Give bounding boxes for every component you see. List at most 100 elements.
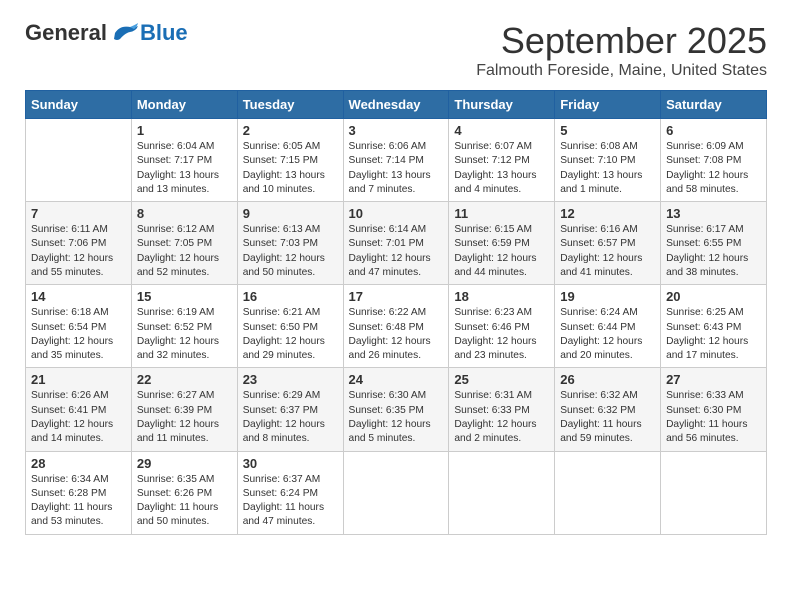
day-info: Sunrise: 6:04 AMSunset: 7:17 PMDaylight:…	[137, 140, 232, 197]
calendar-cell: 26 Sunrise: 6:32 AMSunset: 6:32 PMDayligh…	[555, 368, 661, 451]
day-info: Sunrise: 6:35 AMSunset: 6:26 PMDaylight:…	[137, 473, 232, 530]
day-info: Sunrise: 6:06 AMSunset: 7:14 PMDaylight:…	[349, 140, 444, 197]
day-number: 19	[560, 289, 655, 304]
calendar-cell: 22Sunrise: 6:27 AMSunset: 6:39 PMDayligh…	[131, 368, 237, 451]
calendar-cell: 28 Sunrise: 6:34 AMSunset: 6:28 PMDayligh…	[26, 451, 132, 534]
title-area: September 2025 Falmouth Foreside, Maine,…	[476, 20, 767, 80]
day-number: 11	[454, 206, 549, 221]
weekday-header-friday: Friday	[555, 91, 661, 119]
calendar-cell: 29 Sunrise: 6:35 AMSunset: 6:26 PMDayligh…	[131, 451, 237, 534]
day-number: 8	[137, 206, 232, 221]
day-number: 20	[666, 289, 761, 304]
weekday-header-tuesday: Tuesday	[237, 91, 343, 119]
day-number: 18	[454, 289, 549, 304]
calendar-cell	[449, 451, 555, 534]
calendar-cell: 1 Sunrise: 6:04 AMSunset: 7:17 PMDaylight…	[131, 119, 237, 202]
calendar-cell: 30 Sunrise: 6:37 AMSunset: 6:24 PMDayligh…	[237, 451, 343, 534]
calendar-cell: 20 Sunrise: 6:25 AMSunset: 6:43 PMDayligh…	[661, 285, 767, 368]
month-title: September 2025	[476, 20, 767, 62]
day-info: Sunrise: 6:26 AMSunset: 6:41 PMDaylight:…	[31, 389, 126, 446]
day-number: 5	[560, 123, 655, 138]
calendar-cell: 3Sunrise: 6:06 AMSunset: 7:14 PMDaylight…	[343, 119, 449, 202]
day-number: 13	[666, 206, 761, 221]
calendar-cell: 15 Sunrise: 6:19 AMSunset: 6:52 PMDayligh…	[131, 285, 237, 368]
day-number: 25	[454, 372, 549, 387]
calendar-cell: 6 Sunrise: 6:09 AMSunset: 7:08 PMDaylight…	[661, 119, 767, 202]
calendar-cell: 17 Sunrise: 6:22 AMSunset: 6:48 PMDayligh…	[343, 285, 449, 368]
calendar-cell: 18 Sunrise: 6:23 AMSunset: 6:46 PMDayligh…	[449, 285, 555, 368]
logo-bird-icon	[110, 21, 140, 45]
day-number: 9	[243, 206, 338, 221]
day-info: Sunrise: 6:34 AMSunset: 6:28 PMDaylight:…	[31, 473, 126, 530]
location-subtitle: Falmouth Foreside, Maine, United States	[476, 62, 767, 80]
day-number: 4	[454, 123, 549, 138]
day-info: Sunrise: 6:33 AMSunset: 6:30 PMDaylight:…	[666, 389, 761, 446]
day-info: Sunrise: 6:30 AMSunset: 6:35 PMDaylight:…	[349, 389, 444, 446]
day-info: Sunrise: 6:37 AMSunset: 6:24 PMDaylight:…	[243, 473, 338, 530]
day-info: Sunrise: 6:31 AMSunset: 6:33 PMDaylight:…	[454, 389, 549, 446]
weekday-header-thursday: Thursday	[449, 91, 555, 119]
day-info: Sunrise: 6:29 AMSunset: 6:37 PMDaylight:…	[243, 389, 338, 446]
header: General Blue September 2025 Falmouth For…	[25, 20, 767, 80]
day-info: Sunrise: 6:07 AMSunset: 7:12 PMDaylight:…	[454, 140, 549, 197]
weekday-header-saturday: Saturday	[661, 91, 767, 119]
calendar-cell: 27 Sunrise: 6:33 AMSunset: 6:30 PMDayligh…	[661, 368, 767, 451]
day-info: Sunrise: 6:14 AMSunset: 7:01 PMDaylight:…	[349, 223, 444, 280]
day-number: 22	[137, 372, 232, 387]
calendar-cell	[343, 451, 449, 534]
weekday-header-sunday: Sunday	[26, 91, 132, 119]
day-info: Sunrise: 6:22 AMSunset: 6:48 PMDaylight:…	[349, 306, 444, 363]
day-info: Sunrise: 6:17 AMSunset: 6:55 PMDaylight:…	[666, 223, 761, 280]
day-info: Sunrise: 6:24 AMSunset: 6:44 PMDaylight:…	[560, 306, 655, 363]
day-number: 10	[349, 206, 444, 221]
day-number: 23	[243, 372, 338, 387]
calendar-cell: 8 Sunrise: 6:12 AMSunset: 7:05 PMDaylight…	[131, 202, 237, 285]
logo: General Blue	[25, 20, 188, 46]
day-info: Sunrise: 6:32 AMSunset: 6:32 PMDaylight:…	[560, 389, 655, 446]
weekday-header-wednesday: Wednesday	[343, 91, 449, 119]
calendar-week-1: 1 Sunrise: 6:04 AMSunset: 7:17 PMDaylight…	[26, 119, 767, 202]
calendar-week-5: 28 Sunrise: 6:34 AMSunset: 6:28 PMDayligh…	[26, 451, 767, 534]
calendar-cell: 11Sunrise: 6:15 AMSunset: 6:59 PMDayligh…	[449, 202, 555, 285]
day-info: Sunrise: 6:11 AMSunset: 7:06 PMDaylight:…	[31, 223, 126, 280]
day-number: 16	[243, 289, 338, 304]
day-number: 27	[666, 372, 761, 387]
day-number: 2	[243, 123, 338, 138]
day-info: Sunrise: 6:25 AMSunset: 6:43 PMDaylight:…	[666, 306, 761, 363]
day-number: 15	[137, 289, 232, 304]
calendar-cell: 16Sunrise: 6:21 AMSunset: 6:50 PMDayligh…	[237, 285, 343, 368]
calendar-cell: 13 Sunrise: 6:17 AMSunset: 6:55 PMDayligh…	[661, 202, 767, 285]
weekday-header-row: SundayMondayTuesdayWednesdayThursdayFrid…	[26, 91, 767, 119]
calendar-cell: 7 Sunrise: 6:11 AMSunset: 7:06 PMDaylight…	[26, 202, 132, 285]
day-number: 24	[349, 372, 444, 387]
calendar-cell: 14Sunrise: 6:18 AMSunset: 6:54 PMDayligh…	[26, 285, 132, 368]
day-number: 12	[560, 206, 655, 221]
day-info: Sunrise: 6:05 AMSunset: 7:15 PMDaylight:…	[243, 140, 338, 197]
day-number: 1	[137, 123, 232, 138]
calendar-cell: 25 Sunrise: 6:31 AMSunset: 6:33 PMDayligh…	[449, 368, 555, 451]
day-info: Sunrise: 6:12 AMSunset: 7:05 PMDaylight:…	[137, 223, 232, 280]
calendar-cell: 12Sunrise: 6:16 AMSunset: 6:57 PMDayligh…	[555, 202, 661, 285]
calendar-week-3: 14Sunrise: 6:18 AMSunset: 6:54 PMDayligh…	[26, 285, 767, 368]
calendar-cell: 10 Sunrise: 6:14 AMSunset: 7:01 PMDayligh…	[343, 202, 449, 285]
day-number: 17	[349, 289, 444, 304]
day-number: 7	[31, 206, 126, 221]
day-number: 6	[666, 123, 761, 138]
weekday-header-monday: Monday	[131, 91, 237, 119]
calendar-cell: 4 Sunrise: 6:07 AMSunset: 7:12 PMDaylight…	[449, 119, 555, 202]
day-info: Sunrise: 6:09 AMSunset: 7:08 PMDaylight:…	[666, 140, 761, 197]
day-info: Sunrise: 6:23 AMSunset: 6:46 PMDaylight:…	[454, 306, 549, 363]
day-number: 29	[137, 456, 232, 471]
day-info: Sunrise: 6:08 AMSunset: 7:10 PMDaylight:…	[560, 140, 655, 197]
day-info: Sunrise: 6:19 AMSunset: 6:52 PMDaylight:…	[137, 306, 232, 363]
day-number: 30	[243, 456, 338, 471]
calendar-cell: 5 Sunrise: 6:08 AMSunset: 7:10 PMDaylight…	[555, 119, 661, 202]
calendar-cell: 24 Sunrise: 6:30 AMSunset: 6:35 PMDayligh…	[343, 368, 449, 451]
day-number: 28	[31, 456, 126, 471]
calendar-cell	[555, 451, 661, 534]
day-number: 26	[560, 372, 655, 387]
calendar-cell	[661, 451, 767, 534]
calendar-week-4: 21Sunrise: 6:26 AMSunset: 6:41 PMDayligh…	[26, 368, 767, 451]
calendar-table: SundayMondayTuesdayWednesdayThursdayFrid…	[25, 90, 767, 535]
calendar-cell: 9Sunrise: 6:13 AMSunset: 7:03 PMDaylight…	[237, 202, 343, 285]
